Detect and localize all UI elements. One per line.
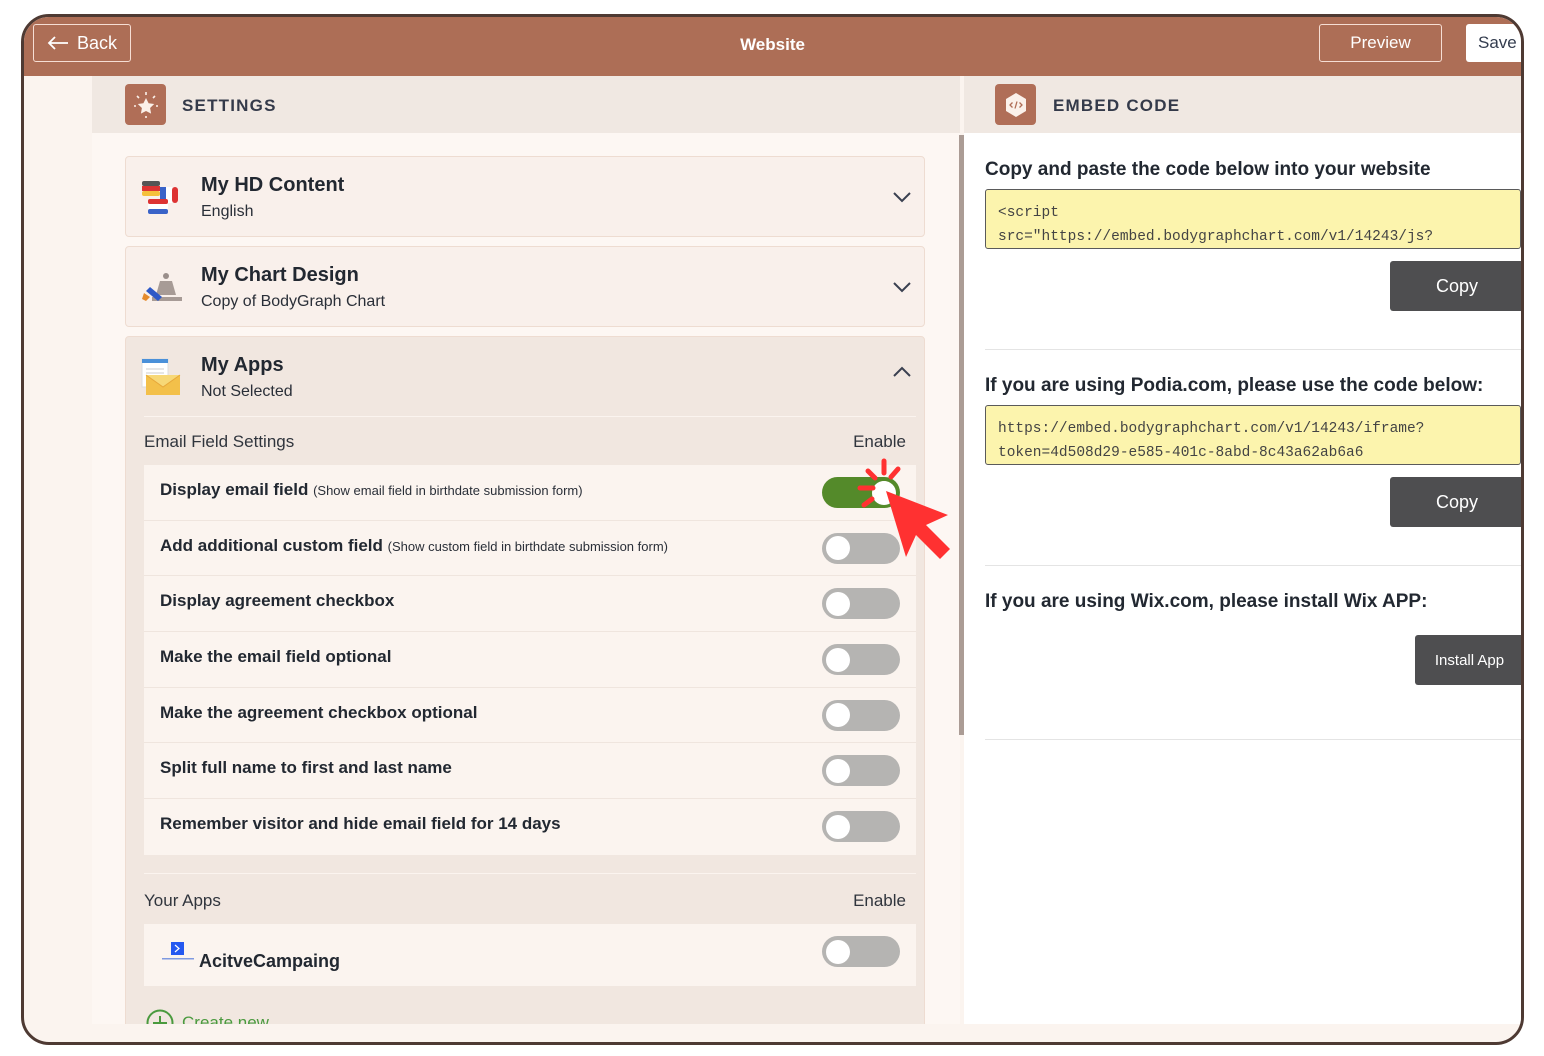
accordion-title: My Chart Design <box>201 264 359 286</box>
toggle-knob <box>826 591 850 616</box>
setting-label: Split full name to first and last name <box>160 758 452 778</box>
embed-header: EMBED CODE <box>964 76 1521 133</box>
toggle-agreement-optional[interactable] <box>822 699 900 731</box>
accordion-title: My Apps <box>201 354 284 376</box>
accordion-subtitle: Not Selected <box>201 383 293 400</box>
accordion-chart-design[interactable]: My Chart Design Copy of BodyGraph Chart <box>125 246 925 327</box>
app-name: AcitveCampaing <box>199 951 341 971</box>
setting-row-remember-visitor: Remember visitor and hide email field fo… <box>144 799 916 855</box>
toggle-knob <box>826 647 850 672</box>
setting-label: Make the agreement checkbox optional <box>160 702 478 722</box>
copy-podia-button[interactable]: Copy <box>1390 477 1521 527</box>
enable-column-label: Enable <box>853 891 906 910</box>
setting-row-split-name: Split full name to first and last name <box>144 743 916 800</box>
email-app-icon <box>141 358 181 395</box>
embed-block-script: Copy and paste the code below into your … <box>985 159 1521 249</box>
app-window: Back Website Preview Save changes SETTIN… <box>21 14 1524 1045</box>
chevron-down-icon[interactable] <box>892 280 912 294</box>
toggle-split-name[interactable] <box>822 755 900 787</box>
toggle-agreement-checkbox[interactable] <box>822 588 900 620</box>
accordion-hd-content[interactable]: My HD Content English <box>125 156 925 237</box>
install-wix-app-button[interactable]: Install App <box>1415 635 1521 685</box>
toggle-custom-field[interactable] <box>822 532 900 564</box>
activecampaign-logo-icon <box>162 942 194 960</box>
accordion-my-apps: My Apps Not Selected Email Field Setting… <box>125 336 925 1024</box>
setting-label: Add additional custom field (Show custom… <box>160 535 668 555</box>
divider <box>985 739 1521 740</box>
setting-row-email-optional: Make the email field optional <box>144 632 916 688</box>
toggle-activecampaign[interactable] <box>822 936 900 967</box>
app-row-activecampaign: AcitveCampaing <box>144 924 916 986</box>
chevron-down-icon[interactable] <box>892 190 912 204</box>
preview-button[interactable]: Preview <box>1319 24 1442 62</box>
setting-label: Display agreement checkbox <box>160 591 395 611</box>
setting-label: Make the email field optional <box>160 647 392 667</box>
divider <box>144 416 916 417</box>
copy-script-button[interactable]: Copy <box>1390 261 1521 311</box>
create-new-app-button[interactable]: Create new <box>146 1009 269 1024</box>
plus-circle-icon <box>146 1009 174 1024</box>
toggle-display-email[interactable] <box>822 477 900 508</box>
embed-heading: If you are using Podia.com, please use t… <box>985 375 1484 396</box>
toggle-knob <box>872 480 896 505</box>
podia-code-box[interactable]: https://embed.bodygraphchart.com/v1/1424… <box>985 405 1521 465</box>
chevron-up-icon[interactable] <box>892 365 912 379</box>
enable-column-label: Enable <box>853 432 906 451</box>
language-flags-icon <box>142 181 178 214</box>
email-settings-list: Display email field (Show email field in… <box>144 465 916 855</box>
create-new-label: Create new <box>182 1013 269 1024</box>
toggle-knob <box>826 939 850 964</box>
embed-block-wix: If you are using Wix.com, please install… <box>985 591 1521 613</box>
embed-block-podia: If you are using Podia.com, please use t… <box>985 375 1521 465</box>
script-code-box[interactable]: <script src="https://embed.bodygraphchar… <box>985 189 1521 249</box>
divider <box>144 873 916 874</box>
settings-panel: SETTINGS My HD Content English My Chart … <box>92 76 960 1024</box>
email-settings-heading: Email Field Settings <box>144 432 295 451</box>
save-button[interactable]: Save changes <box>1466 24 1521 62</box>
setting-row-custom-field: Add additional custom field (Show custom… <box>144 521 916 577</box>
toggle-knob <box>826 703 850 728</box>
page-title: Website <box>740 35 805 54</box>
setting-label: Display email field (Show email field in… <box>160 480 583 499</box>
setting-row-agreement-optional: Make the agreement checkbox optional <box>144 688 916 744</box>
setting-row-display-email: Display email field (Show email field in… <box>144 465 916 521</box>
toggle-email-optional[interactable] <box>822 644 900 676</box>
chart-design-icon <box>142 273 182 301</box>
embed-title: EMBED CODE <box>1053 96 1181 115</box>
accordion-subtitle: Copy of BodyGraph Chart <box>201 293 386 310</box>
embed-heading: If you are using Wix.com, please install… <box>985 591 1428 612</box>
accordion-subtitle: English <box>201 203 254 220</box>
divider <box>985 349 1521 350</box>
settings-title: SETTINGS <box>182 96 277 115</box>
settings-scroll-area: My HD Content English My Chart Design Co… <box>125 156 925 1024</box>
setting-row-agreement-checkbox: Display agreement checkbox <box>144 576 916 633</box>
code-hexagon-icon <box>995 84 1036 125</box>
accordion-title: My HD Content <box>201 174 345 196</box>
your-apps-heading: Your Apps <box>144 891 221 910</box>
top-bar: Back Website Preview Save changes <box>24 17 1521 76</box>
toggle-remember-visitor[interactable] <box>822 811 900 843</box>
embed-heading: Copy and paste the code below into your … <box>985 159 1431 180</box>
star-sparkle-icon <box>125 84 166 125</box>
settings-header: SETTINGS <box>92 76 960 133</box>
embed-code-panel: EMBED CODE Copy and paste the code below… <box>964 76 1521 1024</box>
toggle-knob <box>826 536 850 561</box>
toggle-knob <box>826 814 850 839</box>
toggle-knob <box>826 758 850 783</box>
divider <box>985 565 1521 566</box>
setting-label: Remember visitor and hide email field fo… <box>160 814 561 834</box>
